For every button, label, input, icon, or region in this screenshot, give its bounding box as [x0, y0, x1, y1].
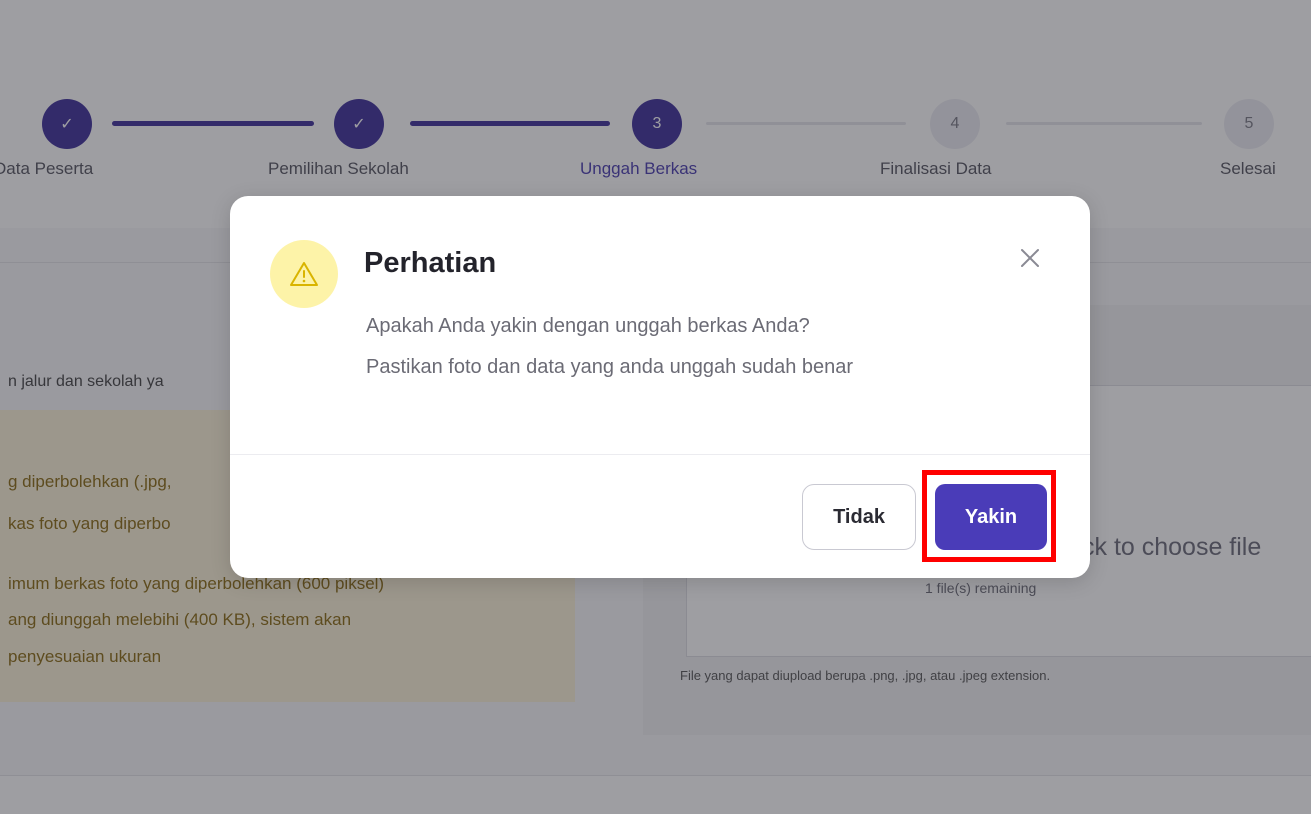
dialog-divider — [230, 454, 1090, 455]
close-icon — [1021, 249, 1039, 267]
dialog-message-line-1: Apakah Anda yakin dengan unggah berkas A… — [366, 315, 810, 337]
dialog-title: Perhatian — [364, 247, 497, 279]
confirm-button[interactable]: Yakin — [935, 484, 1047, 550]
confirmation-dialog: Perhatian Apakah Anda yakin dengan ungga… — [230, 196, 1090, 578]
cancel-button[interactable]: Tidak — [802, 484, 916, 550]
warning-triangle-icon — [290, 262, 318, 286]
close-button[interactable] — [1014, 242, 1046, 274]
warning-badge — [270, 240, 338, 308]
dialog-message-line-2: Pastikan foto dan data yang anda unggah … — [366, 356, 854, 378]
